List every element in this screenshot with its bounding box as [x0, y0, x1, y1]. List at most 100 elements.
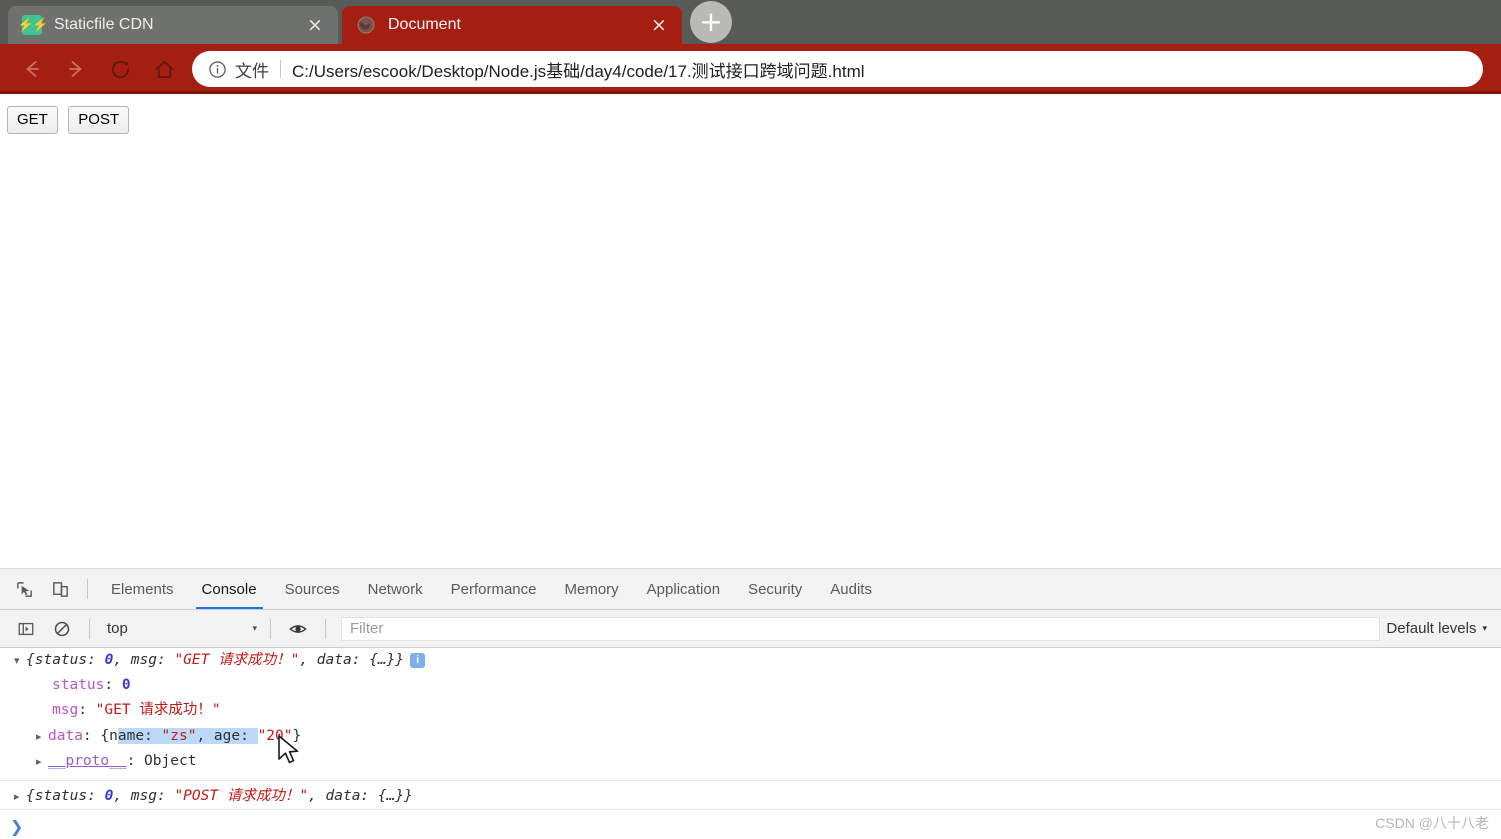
expand-triangle-icon[interactable]: ▸ — [14, 788, 26, 806]
console-prop-data[interactable]: ▸ data: {name: "zs", age: "20"} — [0, 724, 1501, 749]
preview-comma: , — [299, 652, 317, 668]
scheme-label: 文件 — [235, 61, 269, 81]
prop-value: 0 — [121, 677, 131, 694]
device-toolbar-icon[interactable] — [45, 574, 75, 604]
forward-button[interactable] — [54, 47, 98, 91]
nested-key-name-first-char: n — [109, 727, 118, 744]
arrow-right-icon — [69, 61, 82, 77]
console-prompt[interactable]: ❯ — [0, 809, 1501, 839]
console-prop-msg: msg: "GET 请求成功！" — [0, 698, 1501, 723]
globe-icon — [356, 15, 376, 35]
console-entry-get-preview[interactable]: ▾ {status: 0, msg: "GET 请求成功！", data: {…}… — [0, 648, 1501, 673]
lightning-icon: ⚡⚡ — [18, 15, 48, 35]
info-badge-icon[interactable]: i — [410, 653, 426, 668]
preview-value-data: {…} — [377, 787, 405, 804]
nested-key-age: age: — [213, 727, 258, 744]
tab-title: Document — [388, 16, 461, 33]
back-button[interactable] — [10, 47, 54, 91]
tab-application[interactable]: Application — [633, 569, 734, 609]
tab-title: Staticfile CDN — [54, 16, 154, 33]
preview-value-data: {…} — [369, 652, 396, 668]
console-entry-post-preview[interactable]: ▸ {status: 0, msg: "POST 请求成功！", data: {…… — [0, 779, 1501, 809]
devtools-panel: Elements Console Sources Network Perform… — [0, 569, 1501, 839]
prop-key: data — [48, 727, 83, 744]
prop-key: msg — [52, 702, 79, 719]
info-circle-icon[interactable] — [206, 58, 228, 80]
close-icon[interactable]: × — [302, 12, 328, 38]
preview-value-status: 0 — [104, 652, 114, 668]
page-viewport: GET POST — [0, 94, 1501, 569]
home-button[interactable] — [142, 47, 186, 91]
inspect-element-icon[interactable] — [9, 574, 39, 604]
live-expression-eye-icon[interactable] — [283, 614, 313, 644]
console-output[interactable]: ▾ {status: 0, msg: "GET 请求成功！", data: {…}… — [0, 648, 1501, 839]
nested-value-name: "zs" — [161, 727, 197, 744]
console-prop-proto[interactable]: ▸ __proto__: Object — [0, 749, 1501, 774]
browser-tab-staticfile-cdn[interactable]: ⚡⚡ Staticfile CDN × — [8, 6, 338, 44]
divider — [325, 618, 326, 639]
execution-context-select[interactable]: top ▾ — [103, 617, 261, 641]
console-sidebar-icon[interactable] — [11, 614, 41, 644]
divider — [270, 618, 271, 639]
preview-open-brace: { — [26, 787, 35, 804]
preview-value-msg: "GET 请求成功！" — [174, 652, 300, 668]
browser-window: ⚡⚡ Staticfile CDN × Document × + 文件 C:/U… — [0, 0, 1501, 839]
preview-key-data: data: — [325, 787, 378, 804]
preview-close-brace: } — [404, 787, 413, 804]
tab-console[interactable]: Console — [188, 569, 271, 609]
preview-key-status: status: — [34, 652, 105, 668]
chevron-down-icon: ▾ — [1482, 623, 1487, 634]
preview-open-brace: { — [26, 652, 35, 668]
prop-sep: : — [126, 752, 145, 769]
csdn-watermark: CSDN @八十八老 — [1375, 815, 1489, 831]
prop-key: __proto__ — [48, 752, 127, 769]
filter-input[interactable]: Filter — [341, 616, 1381, 641]
preview-comma: , — [113, 652, 131, 668]
close-icon[interactable]: × — [646, 12, 672, 38]
omnibox-divider — [280, 60, 281, 78]
post-button[interactable]: POST — [68, 106, 130, 134]
prop-value: Object — [144, 752, 197, 769]
reload-button[interactable] — [98, 47, 142, 91]
prop-sep: : — [104, 677, 122, 694]
browser-tab-document[interactable]: Document × — [342, 6, 682, 44]
console-toolbar: top ▾ Filter Default levels ▾ — [0, 610, 1501, 648]
preview-comma: , — [113, 787, 131, 804]
preview-key-msg: msg: — [130, 787, 175, 804]
tab-performance[interactable]: Performance — [437, 569, 551, 609]
preview-key-status: status: — [34, 787, 105, 804]
reload-icon — [111, 60, 129, 78]
tab-audits[interactable]: Audits — [816, 569, 886, 609]
expand-triangle-icon[interactable]: ▸ — [36, 753, 48, 771]
nested-key-name: ame: — [117, 727, 162, 744]
log-levels-select[interactable]: Default levels ▾ — [1386, 620, 1493, 637]
log-levels-label: Default levels — [1386, 620, 1477, 637]
prompt-arrow-icon: ❯ — [10, 817, 24, 837]
divider — [89, 618, 90, 639]
expand-triangle-icon[interactable]: ▸ — [36, 728, 48, 746]
new-tab-button[interactable]: + — [690, 1, 732, 43]
preview-close-brace: } — [395, 652, 405, 668]
browser-toolbar: 文件 C:/Users/escook/Desktop/Node.js基础/day… — [0, 44, 1501, 94]
execution-context-value: top — [107, 620, 128, 637]
tab-memory[interactable]: Memory — [551, 569, 633, 609]
tab-network[interactable]: Network — [354, 569, 437, 609]
prop-key: status — [52, 677, 105, 694]
prop-sep: : — [78, 702, 96, 719]
url-text[interactable]: C:/Users/escook/Desktop/Node.js基础/day4/c… — [292, 57, 865, 82]
tab-security[interactable]: Security — [734, 569, 816, 609]
tab-sources[interactable]: Sources — [271, 569, 354, 609]
preview-comma: , — [308, 787, 326, 804]
address-bar[interactable]: 文件 C:/Users/escook/Desktop/Node.js基础/day… — [192, 51, 1483, 87]
arrow-left-icon — [26, 61, 39, 77]
prop-value: "GET 请求成功！" — [95, 702, 221, 719]
chevron-down-icon: ▾ — [252, 623, 257, 634]
clear-console-icon[interactable] — [47, 614, 77, 644]
collapse-triangle-icon[interactable]: ▾ — [14, 652, 26, 670]
divider — [87, 579, 88, 599]
preview-value-status: 0 — [104, 787, 114, 804]
devtools-tabbar: Elements Console Sources Network Perform… — [0, 569, 1501, 610]
get-button[interactable]: GET — [7, 106, 58, 134]
prop-sep: : — [82, 727, 101, 744]
tab-elements[interactable]: Elements — [97, 569, 188, 609]
